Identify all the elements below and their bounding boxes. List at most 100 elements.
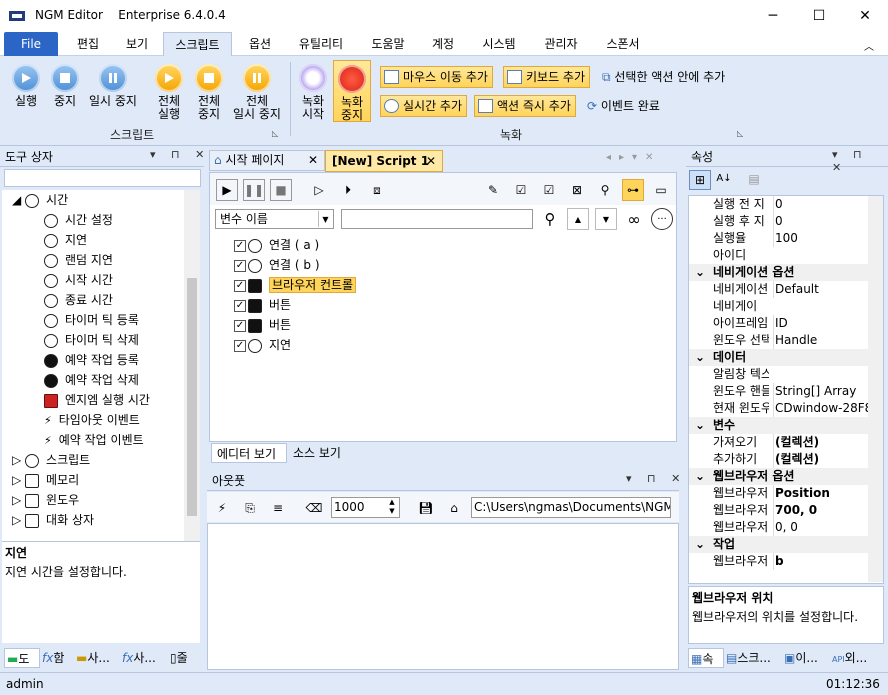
property-row[interactable]: 아이프레임 ID xyxy=(689,315,883,332)
lines-icon[interactable]: ≡ xyxy=(267,497,289,519)
stop-all-button[interactable]: 전체 중지 xyxy=(190,64,228,121)
property-row[interactable]: 네비게이션 Default xyxy=(689,281,883,298)
move-up-icon[interactable]: ▲ xyxy=(567,208,589,230)
more-icon[interactable]: ··· xyxy=(651,208,673,230)
run-script-icon[interactable]: ▶ xyxy=(216,179,238,201)
toolbox-item[interactable]: ⚡ 타임아웃 이벤트 xyxy=(44,410,140,430)
add-mouse-move-button[interactable]: 마우스 이동 추가 xyxy=(380,66,493,88)
toolbox-item[interactable]: ⚡ 예약 작업 이벤트 xyxy=(44,430,144,450)
monitor-icon[interactable]: ▭ xyxy=(650,179,672,201)
menu-admin[interactable]: 관리자 xyxy=(535,32,587,56)
toolbox-item[interactable]: 시작 시간 xyxy=(44,270,113,290)
property-row[interactable]: 실행율 100 xyxy=(689,230,883,247)
action-item[interactable]: ✓ 연결 ( a ) xyxy=(234,235,319,255)
tab-toolbox[interactable]: ▬도 xyxy=(4,648,40,668)
tab-script-1[interactable]: [New] Script 1 ✕ xyxy=(325,150,443,172)
property-row[interactable]: 실행 후 지0 xyxy=(689,213,883,230)
close-window-button[interactable]: ✕ xyxy=(842,0,888,32)
pause-script-icon[interactable]: ❚❚ xyxy=(243,179,265,201)
record-start-button[interactable]: 녹화 시작 xyxy=(296,64,330,121)
tree-category-time[interactable]: ◢ 시간 xyxy=(12,190,68,210)
toolbox-item[interactable]: 예약 작업 삭제 xyxy=(44,370,139,390)
panel-controls-icon[interactable]: ▾ ⊓ ✕ xyxy=(150,148,210,161)
tab-external[interactable]: API외... xyxy=(832,648,886,668)
action-checkbox[interactable]: ✓ xyxy=(234,279,246,292)
expand-icon[interactable]: ⌄ xyxy=(695,536,705,553)
variable-select[interactable]: 변수 이름 ▼ xyxy=(215,209,334,229)
minimize-button[interactable]: ─ xyxy=(750,0,796,32)
action-checkbox[interactable]: ✓ xyxy=(234,299,246,312)
record-stop-button[interactable]: 녹화 중지 xyxy=(333,60,371,122)
collapse-ribbon-icon[interactable]: ︿ xyxy=(864,38,874,53)
toolbox-item[interactable]: 지연 xyxy=(44,230,87,250)
menu-script[interactable]: 스크립트 xyxy=(163,32,232,56)
loop-icon[interactable]: ∞ xyxy=(623,208,645,230)
menu-help[interactable]: 도움말 xyxy=(362,32,414,56)
output-path-input[interactable]: C:\Users\ngmas\Documents\NGM6\ xyxy=(471,497,671,518)
tab-user-1[interactable]: ▬사... xyxy=(76,648,120,668)
properties-scrollbar[interactable] xyxy=(868,196,883,582)
property-pages-icon[interactable]: ▤ xyxy=(743,170,765,190)
toolbox-item[interactable]: 시간 설정 xyxy=(44,210,113,230)
menu-file[interactable]: File xyxy=(4,32,58,56)
tree-category[interactable]: ▷ 스크립트 xyxy=(12,450,90,470)
run-button[interactable]: 실행 xyxy=(8,64,44,108)
menu-system[interactable]: 시스템 xyxy=(473,32,525,56)
run-all-button[interactable]: 전체 실행 xyxy=(150,64,188,121)
property-row[interactable]: 추가하기 (컬렉션) xyxy=(689,451,883,468)
property-category[interactable]: ⌄ 웹브라우저 옵션 xyxy=(689,468,883,485)
property-row[interactable]: 윈도우 선택 Handle xyxy=(689,332,883,349)
tree-view-icon[interactable]: ⊶ xyxy=(622,179,644,201)
sort-alpha-icon[interactable]: A↓ xyxy=(713,170,735,190)
tab-properties[interactable]: ▦속 xyxy=(688,648,724,668)
panel-controls-icon[interactable]: ▾ ⊓ ✕ xyxy=(626,472,686,485)
menu-edit[interactable]: 편집 xyxy=(66,32,110,56)
property-category[interactable]: ⌄ 작업 xyxy=(689,536,883,553)
property-row[interactable]: 웹브라우저 Position xyxy=(689,485,883,502)
property-row[interactable]: 아이디 xyxy=(689,247,883,264)
open-folder-icon[interactable]: ⌂ xyxy=(443,497,465,519)
expand-icon[interactable]: ⌄ xyxy=(695,264,705,281)
tree-category[interactable]: ▷ 대화 상자 xyxy=(12,510,94,530)
property-category[interactable]: ⌄ 네비게이션 옵션 xyxy=(689,264,883,281)
tab-source-view[interactable]: 소스 보기 xyxy=(291,443,351,463)
property-category[interactable]: ⌄ 데이터 xyxy=(689,349,883,366)
save-icon[interactable]: 💾︎ xyxy=(415,497,437,519)
run-selected-icon[interactable]: ⏵ xyxy=(337,179,359,201)
add-action-now-button[interactable]: 액션 즉시 추가 xyxy=(474,95,576,117)
document-gear-icon[interactable]: ⎘ xyxy=(239,497,261,519)
action-checkbox[interactable]: ✓ xyxy=(234,239,246,252)
maximize-button[interactable]: ☐ xyxy=(796,0,842,32)
run-from-icon[interactable]: ⧈ xyxy=(366,179,388,201)
check-icon[interactable]: ☑ xyxy=(538,179,560,201)
step-icon[interactable]: ▷ xyxy=(308,179,330,201)
tab-user-2[interactable]: fx사... xyxy=(122,648,166,668)
toolbox-item[interactable]: 랜덤 지연 xyxy=(44,250,113,270)
action-item[interactable]: ✓ 버튼 xyxy=(234,315,291,335)
eraser-icon[interactable]: ⌫ xyxy=(303,497,325,519)
menu-account[interactable]: 계정 xyxy=(421,32,465,56)
clean-icon[interactable]: ⚡ xyxy=(211,497,233,519)
property-row[interactable]: 웹브라우저 b xyxy=(689,553,883,570)
spinner-icon[interactable]: ▲ ▼ xyxy=(386,498,398,516)
stop-script-icon[interactable]: ■ xyxy=(270,179,292,201)
property-row[interactable]: 웹브라우저 700, 0 xyxy=(689,502,883,519)
toolbox-item[interactable]: 엔지엠 실행 시간 xyxy=(44,390,150,410)
search-icon[interactable]: ⚲ xyxy=(539,208,561,230)
group-launcher-icon[interactable]: ◺ xyxy=(737,129,743,138)
action-item[interactable]: ✓ 연결 ( b ) xyxy=(234,255,320,275)
add-realtime-button[interactable]: 실시간 추가 xyxy=(380,95,468,117)
pause-button[interactable]: 일시 중지 xyxy=(86,64,140,108)
move-down-icon[interactable]: ▼ xyxy=(595,208,617,230)
panel-controls-icon[interactable]: ▾ ⊓ ✕ xyxy=(832,148,888,174)
action-checkbox[interactable]: ✓ xyxy=(234,319,246,332)
close-tab-icon[interactable]: ✕ xyxy=(308,151,318,170)
property-row[interactable]: 가져오기 (컬렉션) xyxy=(689,434,883,451)
tab-editor-view[interactable]: 에디터 보기 xyxy=(211,443,287,463)
action-item[interactable]: ✓ 버튼 xyxy=(234,295,291,315)
action-item[interactable]: ✓ 브라우저 컨트롤 xyxy=(234,275,357,295)
menu-utility[interactable]: 유틸리티 xyxy=(290,32,352,56)
delete-icon[interactable]: ⊠ xyxy=(566,179,588,201)
property-row[interactable]: 네비게이 xyxy=(689,298,883,315)
edit-icon[interactable]: ✎ xyxy=(482,179,504,201)
